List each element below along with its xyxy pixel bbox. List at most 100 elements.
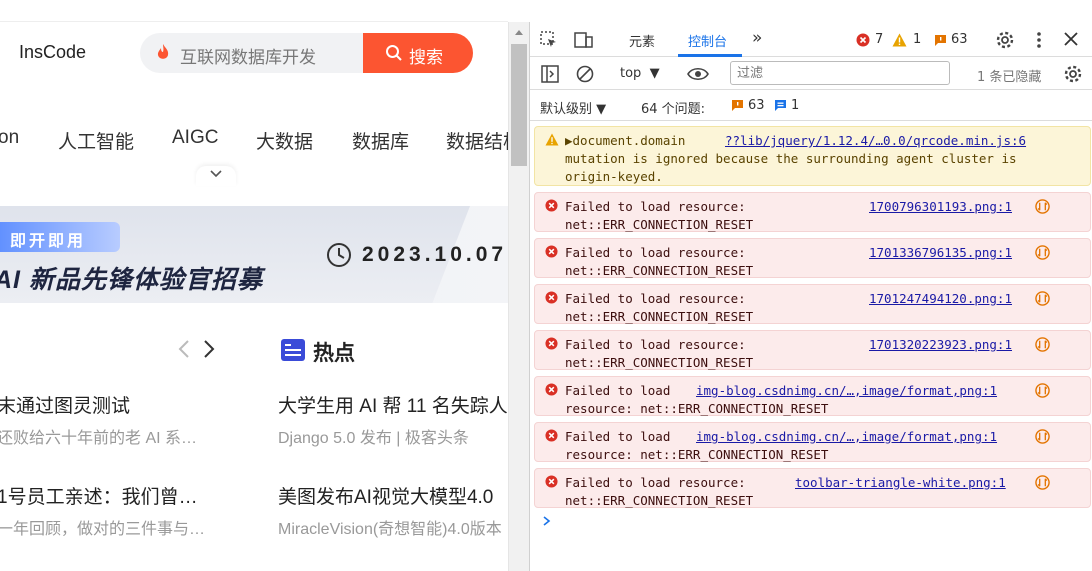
hidden-messages-count: 1 条已隐藏 (977, 70, 1042, 85)
news-title[interactable]: 1号员工亲述：我们曾… (0, 482, 198, 509)
search-icon (386, 45, 402, 61)
nav-item[interactable]: 大数据 (256, 127, 313, 154)
breaking-issue-count[interactable]: 63 (748, 98, 765, 113)
console-warning-message[interactable]: ▶document.domain mutation is ignored bec… (534, 126, 1091, 186)
source-link[interactable]: 1701320223923.png:1 (869, 336, 1012, 354)
search-placeholder: 互联网数据库开发 (180, 48, 316, 67)
devtools-tab-bar: 元素 控制台 » 7 1 63 (530, 22, 1092, 57)
console-error-message[interactable]: Failed to load resource: net::ERR_CONNEC… (534, 422, 1091, 462)
console-levels-bar: 默认级别 ▼ 64 个问题: 63 1 (530, 91, 1092, 121)
network-request-icon[interactable] (1035, 291, 1050, 306)
network-request-icon[interactable] (1035, 199, 1050, 214)
top-blank-bar (0, 0, 508, 22)
error-icon (545, 429, 558, 442)
network-request-icon[interactable] (1035, 475, 1050, 490)
banner-date: 2023.10.07 (362, 243, 508, 266)
hot-news-icon (281, 339, 305, 361)
console-error-message[interactable]: Failed to load resource: net::ERR_CONNEC… (534, 468, 1091, 508)
nav-item[interactable]: 人工智能 (58, 127, 134, 154)
news-title[interactable]: 美图发布AI视觉大模型4.0 (278, 482, 493, 509)
news-title[interactable]: 末通过图灵测试 (0, 391, 130, 418)
settings-gear-icon[interactable] (995, 30, 1015, 50)
context-value: top (620, 66, 642, 81)
console-settings-gear-icon[interactable] (1063, 64, 1083, 84)
network-request-icon[interactable] (1035, 383, 1050, 398)
scroll-up-arrow[interactable] (515, 30, 523, 35)
source-link[interactable]: img-blog.csdnimg.cn/…,image/format,png:1 (696, 428, 997, 446)
chevron-right-icon[interactable] (203, 339, 215, 359)
promo-banner[interactable]: 即开即用 AI 新品先锋体验官招募 2023.10.07 (0, 206, 508, 303)
error-count[interactable]: 7 (875, 32, 883, 47)
more-tabs-button[interactable]: » (752, 28, 762, 48)
source-link[interactable]: 1701336796135.png:1 (869, 244, 1012, 262)
source-link[interactable]: img-blog.csdnimg.cn/…,image/format,png:1 (696, 382, 997, 400)
console-prompt-chevron-icon[interactable] (542, 515, 552, 527)
site-logo-text[interactable]: InsCode (19, 42, 86, 63)
log-levels-dropdown[interactable]: 默认级别 ▼ (540, 98, 606, 117)
news-subtitle[interactable]: Django 5.0 发布 | 极客头条 (278, 424, 469, 448)
news-subtitle[interactable]: 还败给六十年前的老 AI 系… (0, 424, 197, 448)
error-icon (545, 337, 558, 350)
hot-section-title: 热点 (313, 342, 355, 365)
log-levels-label: 默认级别 (540, 102, 593, 117)
warning-count[interactable]: 1 (913, 32, 921, 47)
nav-item[interactable]: 数据库 (352, 127, 409, 154)
sidebar-toggle-icon[interactable] (541, 65, 559, 83)
search-button[interactable]: 搜索 (363, 33, 473, 73)
banner-tag: 即开即用 (0, 222, 120, 252)
issue-flag-icon[interactable] (731, 99, 744, 112)
search-button-label: 搜索 (409, 48, 443, 67)
news-subtitle[interactable]: 一年回顾，做对的三件事与… (0, 515, 205, 539)
news-subtitle[interactable]: MiracleVision(奇想智能)4.0版本 (278, 515, 502, 539)
devtools-panel: 元素 控制台 » 7 1 63 top ▼ 1 条已隐藏 默认级别 ▼ 6 (529, 22, 1092, 571)
source-link[interactable]: toolbar-triangle-white.png:1 (795, 474, 1006, 492)
console-error-message[interactable]: Failed to load resource: net::ERR_CONNEC… (534, 238, 1091, 278)
tab-console[interactable]: 控制台 (688, 31, 727, 50)
issue-flag-icon[interactable] (934, 34, 947, 47)
console-error-message[interactable]: Failed to load resource: net::ERR_CONNEC… (534, 376, 1091, 416)
nav-expand-button[interactable] (196, 166, 236, 186)
source-link[interactable]: 1701247494120.png:1 (869, 290, 1012, 308)
clear-console-icon[interactable] (576, 65, 594, 83)
close-icon[interactable] (1064, 32, 1078, 46)
chevron-left-icon[interactable] (178, 339, 190, 359)
error-icon (545, 475, 558, 488)
nav-item[interactable]: AIGC (172, 127, 218, 149)
issue-count[interactable]: 63 (951, 32, 968, 47)
more-options-icon[interactable] (1036, 31, 1042, 49)
network-request-icon[interactable] (1035, 245, 1050, 260)
inspect-element-icon[interactable] (540, 31, 558, 49)
scrollbar-thumb[interactable] (511, 44, 527, 166)
active-tab-indicator (678, 54, 742, 57)
info-message-icon[interactable] (774, 99, 787, 112)
context-selector[interactable]: top ▼ (620, 66, 660, 81)
search-input[interactable]: 互联网数据库开发 (140, 33, 366, 73)
network-request-icon[interactable] (1035, 337, 1050, 352)
nav-item[interactable]: on (0, 127, 19, 149)
source-link[interactable]: ??lib/jquery/1.12.4/…0.0/qrcode.min.js:6 (725, 132, 1026, 150)
clock-icon (327, 243, 351, 267)
warning-icon[interactable] (892, 33, 907, 47)
tab-elements[interactable]: 元素 (629, 31, 655, 50)
source-link[interactable]: 1700796301193.png:1 (869, 198, 1012, 216)
site-header: InsCode 互联网数据库开发 搜索 (0, 22, 508, 84)
banner-title: AI 新品先锋体验官招募 (0, 266, 263, 294)
eye-icon[interactable] (687, 67, 709, 81)
console-error-message[interactable]: Failed to load resource: net::ERR_CONNEC… (534, 284, 1091, 324)
filter-input[interactable] (730, 61, 950, 85)
network-request-icon[interactable] (1035, 429, 1050, 444)
warning-icon (545, 133, 559, 146)
issues-summary[interactable]: 64 个问题: (641, 98, 705, 117)
error-icon[interactable] (856, 33, 870, 47)
device-toolbar-icon[interactable] (574, 31, 594, 49)
page-scrollbar[interactable] (508, 22, 529, 571)
error-icon (545, 199, 558, 212)
nav-item[interactable]: 数据结构 (446, 127, 508, 154)
console-toolbar: top ▼ 1 条已隐藏 (530, 58, 1092, 90)
message-text: Failed to load resource: net::ERR_CONNEC… (565, 291, 754, 324)
chevron-down-icon (210, 170, 222, 178)
console-error-message[interactable]: Failed to load resource: net::ERR_CONNEC… (534, 192, 1091, 232)
console-error-message[interactable]: Failed to load resource: net::ERR_CONNEC… (534, 330, 1091, 370)
news-title[interactable]: 大学生用 AI 帮 11 名失踪人 (278, 391, 508, 418)
info-issue-count[interactable]: 1 (791, 98, 799, 113)
